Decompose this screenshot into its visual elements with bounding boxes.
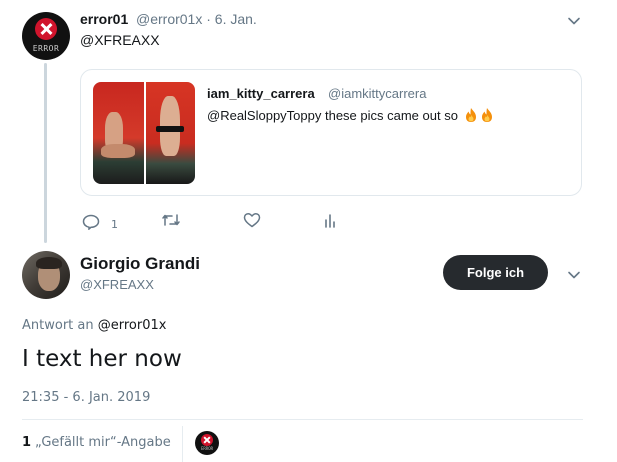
author-name[interactable]: Giorgio Grandi	[80, 254, 200, 274]
likes-summary[interactable]: 1 „Gefällt mir“-Angabe	[22, 435, 171, 450]
reply-count: 1	[111, 218, 118, 231]
chevron-down-icon[interactable]	[567, 14, 581, 28]
x-circle-icon	[35, 18, 57, 40]
retweet-icon	[161, 212, 181, 228]
author-handle[interactable]: @XFREAXX	[80, 277, 154, 292]
quoted-tweet-text: @RealSloppyToppy these pics came out so	[207, 107, 494, 123]
replying-prefix: Antwort an	[22, 318, 94, 333]
quoted-author-handle[interactable]: @iamkittycarrera	[328, 86, 426, 101]
avatar-text: ERROR	[32, 44, 60, 53]
tweet-text: @XFREAXX	[80, 32, 160, 48]
avatar-error01[interactable]: ERROR	[22, 12, 70, 60]
analytics-action[interactable]	[324, 212, 338, 228]
tweet-text: I text her now	[22, 346, 182, 372]
reply-icon	[82, 214, 100, 230]
quoted-tweet-image[interactable]	[93, 82, 195, 184]
quoted-author-name[interactable]: iam_kitty_carrera	[207, 86, 315, 101]
replying-to: Antwort an @error01x	[22, 318, 166, 333]
author-name[interactable]: error01	[80, 11, 128, 27]
following-button[interactable]: Folge ich	[443, 255, 548, 290]
likes-count: 1	[22, 435, 32, 450]
likes-label: „Gefällt mir“-Angabe	[35, 435, 171, 450]
replying-to-link[interactable]: @error01x	[98, 318, 167, 333]
fire-icon	[464, 107, 478, 123]
x-circle-icon	[201, 434, 213, 446]
retweet-action[interactable]	[161, 212, 181, 228]
tweet-timestamp[interactable]: 21:35 - 6. Jan. 2019	[22, 390, 150, 405]
liker-avatar[interactable]: ERROR	[195, 431, 219, 455]
analytics-icon	[324, 212, 338, 228]
stats-separator	[182, 426, 183, 462]
chevron-down-icon[interactable]	[567, 268, 581, 282]
quoted-text-body: @RealSloppyToppy these pics came out so	[207, 108, 458, 123]
fire-icon	[480, 107, 494, 123]
reply-action[interactable]: 1	[82, 212, 118, 231]
thread-connector	[44, 63, 47, 243]
avatar-hair	[36, 257, 62, 269]
avatar-giorgio-grandi[interactable]	[22, 251, 70, 299]
like-action[interactable]	[243, 212, 261, 228]
liker-avatar-text: ERROR	[200, 446, 214, 451]
author-meta[interactable]: @error01x · 6. Jan.	[136, 11, 257, 27]
divider	[22, 419, 583, 420]
like-icon	[243, 212, 261, 228]
